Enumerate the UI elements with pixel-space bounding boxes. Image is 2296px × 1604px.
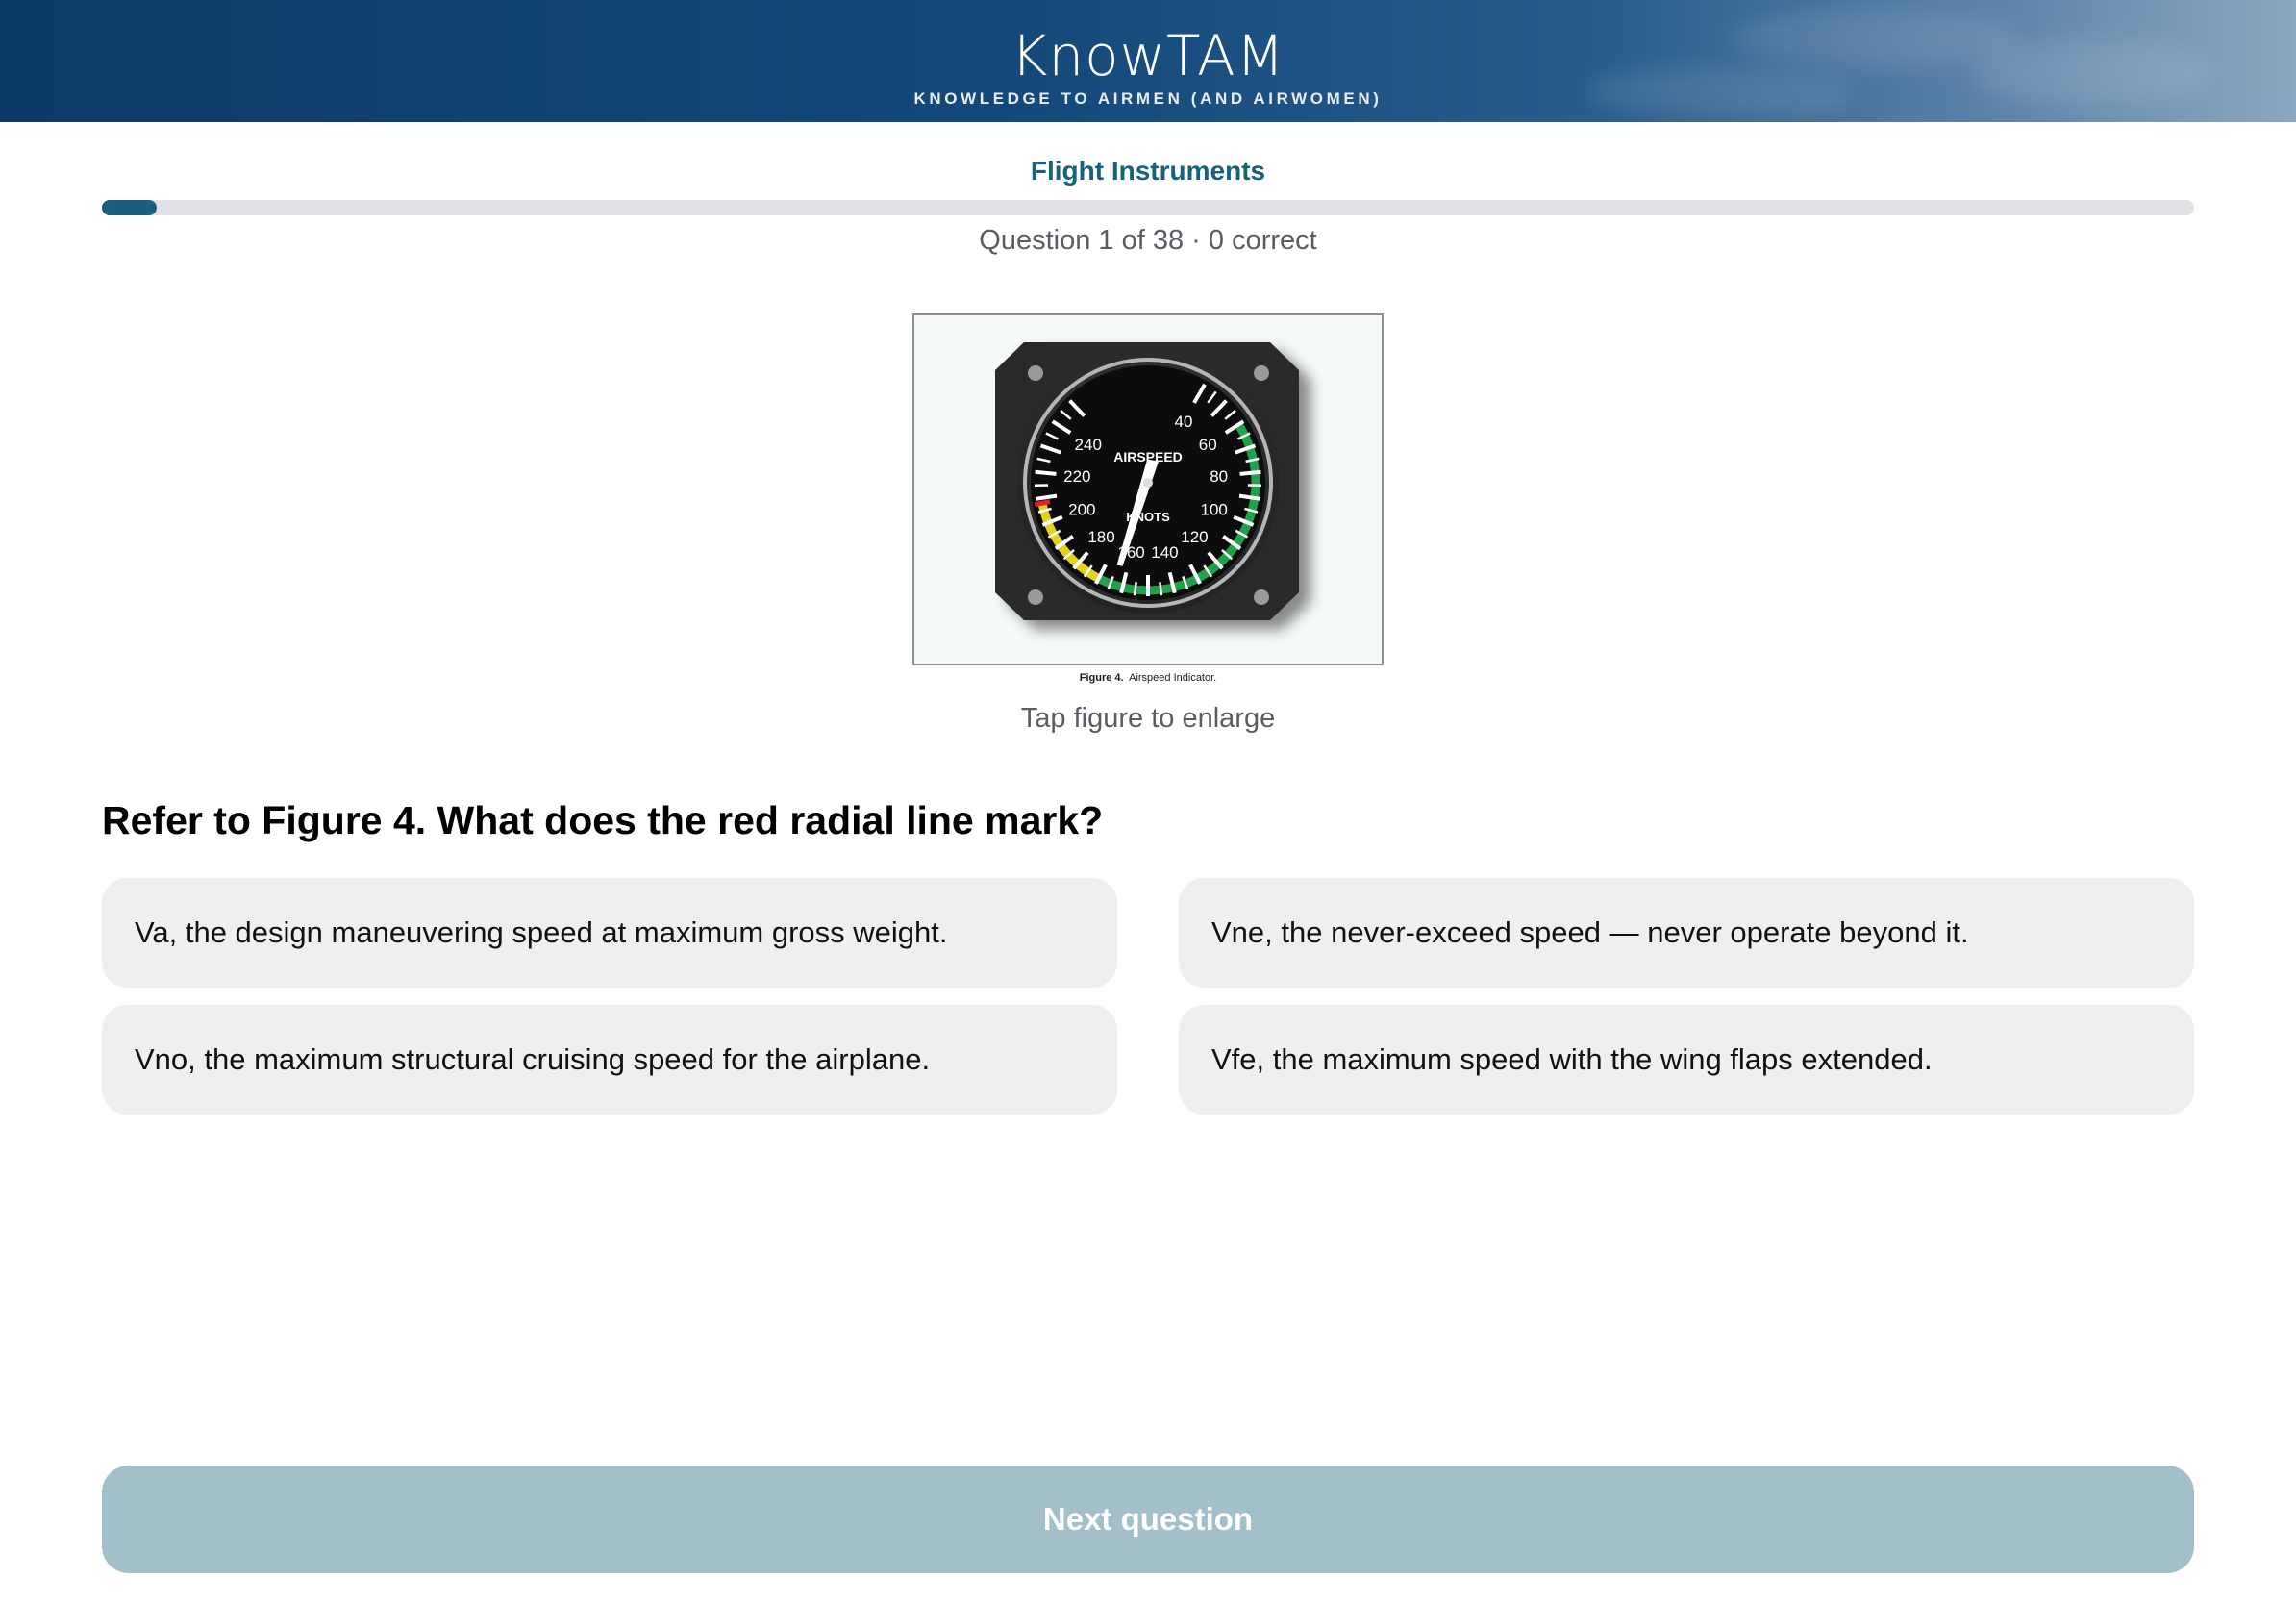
dial-number: 180 [1087,528,1114,546]
dial-tick [1133,582,1137,596]
section-title: Flight Instruments [1030,156,1266,186]
answer-option-4[interactable]: Vfe, the maximum speed with the wing fla… [1179,1005,2194,1115]
next-question-button[interactable]: Next question [102,1466,2194,1573]
answer-option-label: Vfe, the maximum speed with the wing fla… [1211,1042,1933,1076]
dial-number: 140 [1151,543,1178,562]
red-radial-line [1034,499,1051,508]
figure-caption-label: Figure 4. [1079,672,1124,684]
dial-number: 240 [1075,436,1102,454]
progress-bar [102,200,2194,215]
app-logo[interactable]: KnowTAM [0,23,2296,88]
app-header: KnowTAM KNOWLEDGE TO AIRMEN (AND AIRWOME… [0,0,2296,122]
app-tagline: KNOWLEDGE TO AIRMEN (AND AIRWOMEN) [913,89,1383,108]
dial-number: 200 [1068,501,1095,519]
dial-number: 120 [1181,528,1208,546]
figure-caption-text: Airspeed Indicator. [1129,672,1217,684]
progress-text: Question 1 of 38 · 0 correct [979,225,1317,256]
answer-option-3[interactable]: Vno, the maximum structural cruising spe… [102,1005,1117,1115]
answer-option-1[interactable]: Va, the design maneuvering speed at maxi… [102,878,1117,988]
progress-bar-fill [102,200,157,215]
figure-thumbnail[interactable]: 40 60 80 100 120 140 160 180 200 220 240 AIRSPEED … [912,313,1384,665]
airspeed-indicator-figure: 406080100120140160180200220240 AIRSPEED … [995,342,1299,620]
tap-to-enlarge-hint: Tap figure to enlarge [1020,703,1276,734]
dial-number: 80 [1210,467,1228,486]
dial-number: 100 [1201,501,1228,519]
dial-number: 60 [1199,436,1217,454]
answer-option-label: Va, the design maneuvering speed at maxi… [135,915,948,949]
dial-tick [1035,469,1057,476]
dial-number: 220 [1063,467,1090,486]
answer-option-2[interactable]: Vne, the never-exceed speed — never oper… [1179,878,2194,988]
dial-number: 40 [1175,413,1193,431]
answer-option-label: Vno, the maximum structural cruising spe… [135,1042,931,1076]
question-text: Refer to Figure 4. What does the red rad… [102,798,1104,842]
figure-caption: Figure 4. Airspeed Indicator. [0,672,2296,684]
dial-tick [1239,469,1261,476]
answer-option-label: Vne, the never-exceed speed — never oper… [1211,915,1969,949]
dial-tick [1159,582,1163,596]
